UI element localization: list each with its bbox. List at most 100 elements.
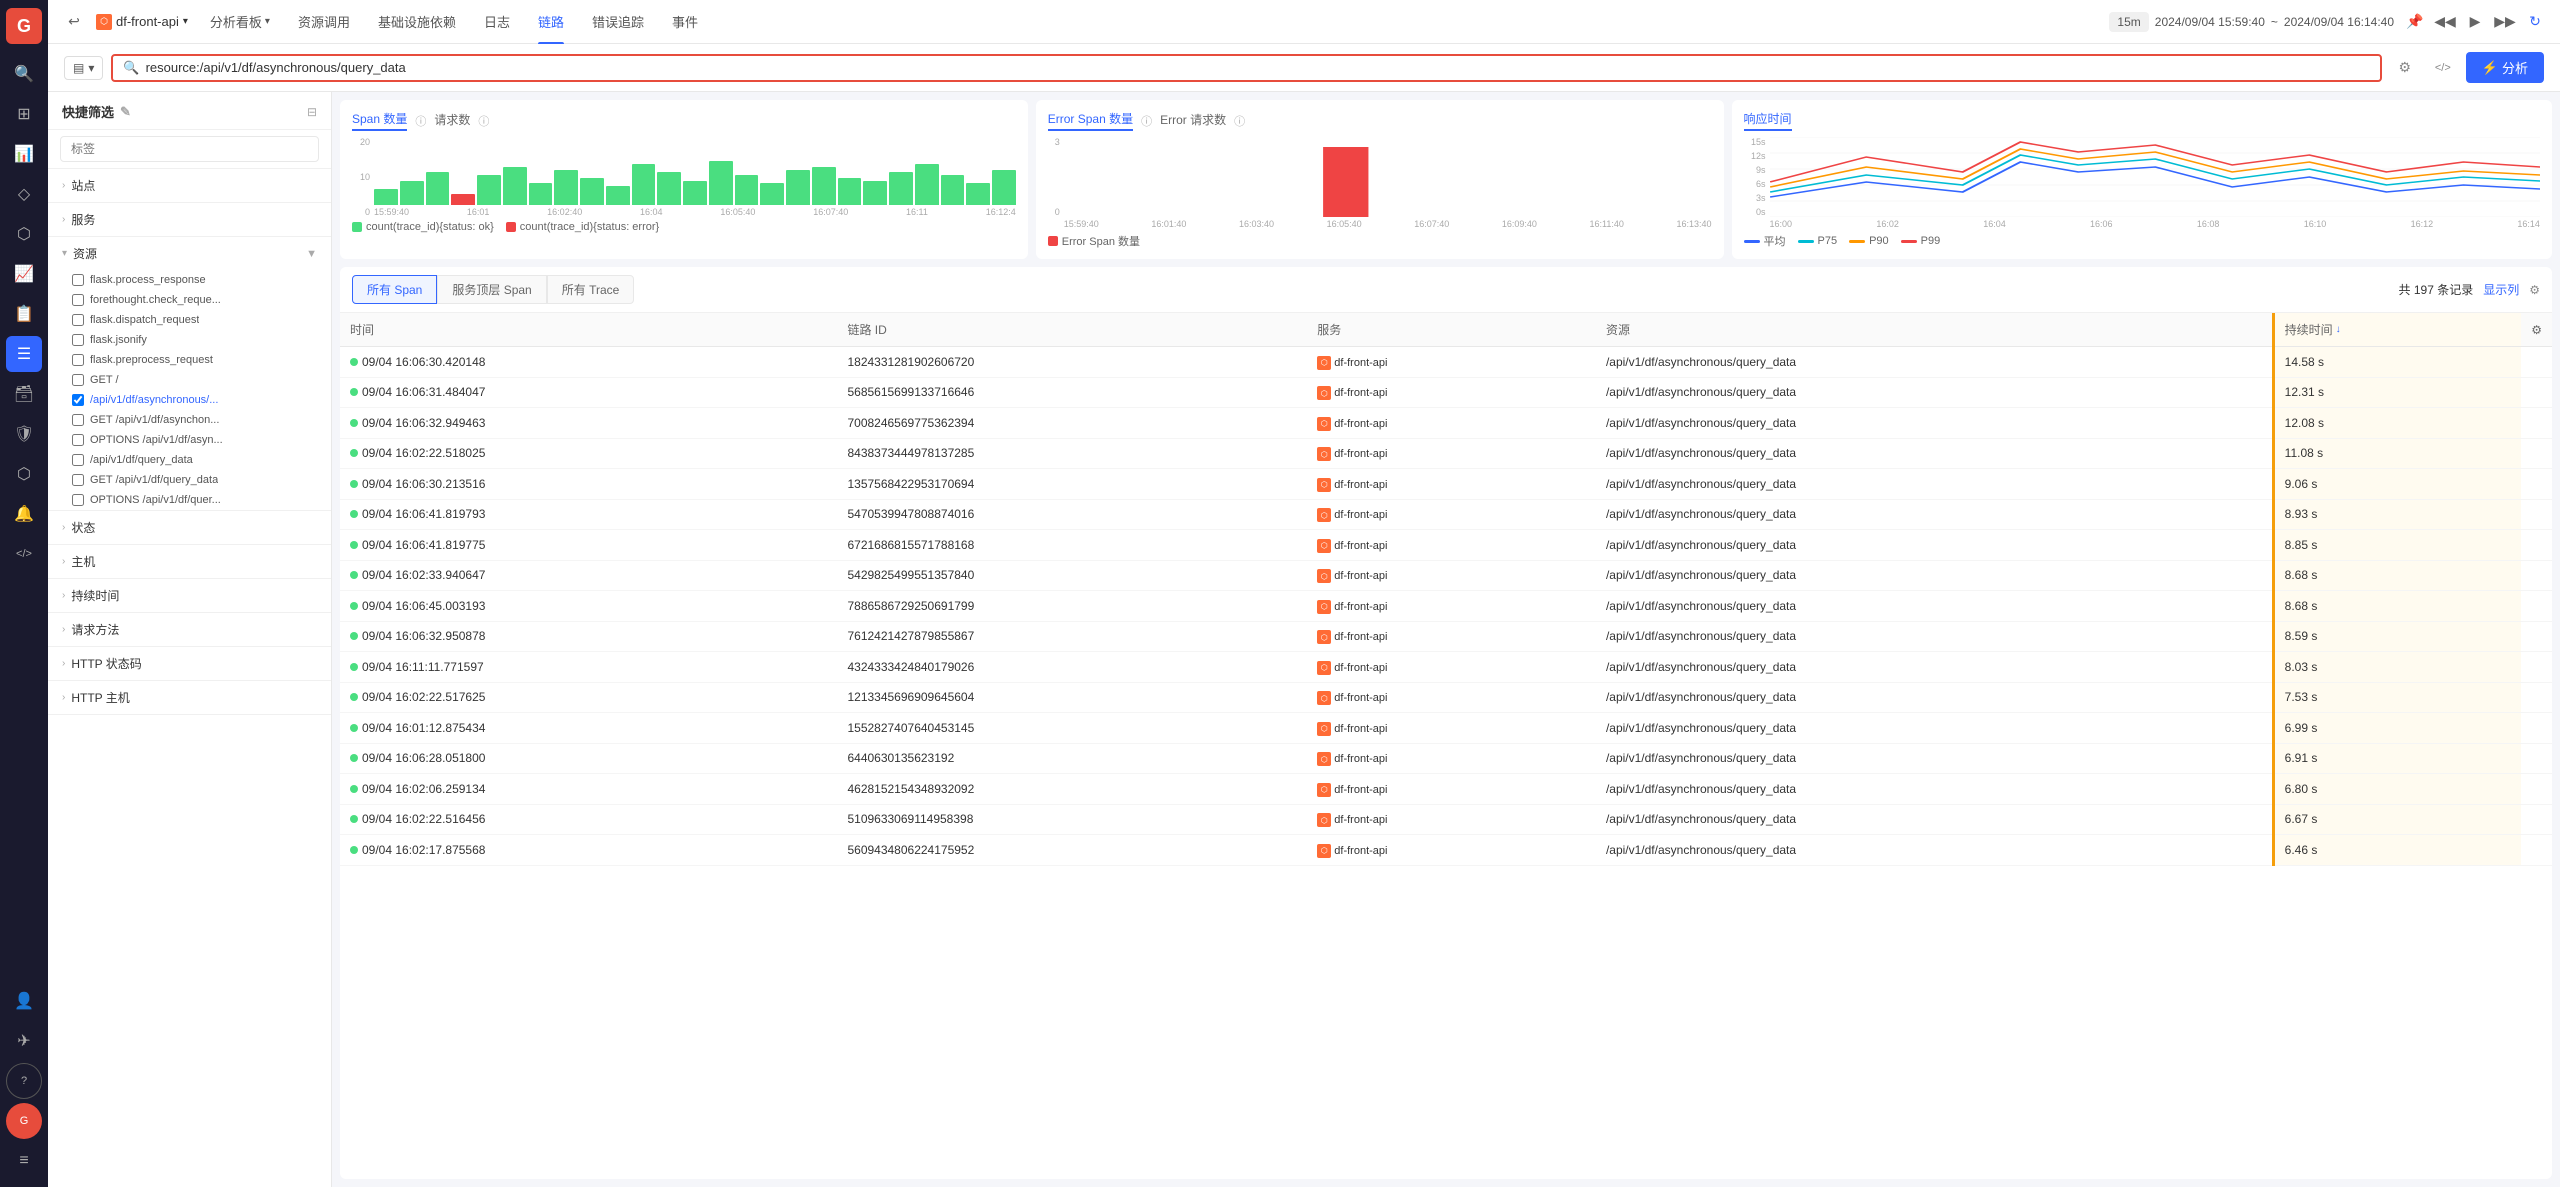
filter-item-get-async[interactable]: GET /api/v1/df/asynchon... <box>48 410 331 430</box>
sidebar-icon-send[interactable]: ✈ <box>6 1023 42 1059</box>
resources-filter-icon[interactable]: ▼ <box>306 248 317 260</box>
filter-search-input[interactable] <box>60 136 319 162</box>
filter-section-http-status-header[interactable]: › HTTP 状态码 <box>48 647 331 680</box>
display-col-label[interactable]: 显示列 <box>2483 281 2519 298</box>
filter-section-request-method-header[interactable]: › 请求方法 <box>48 613 331 646</box>
nav-item-error[interactable]: 错误追踪 <box>578 0 658 44</box>
table-row[interactable]: 09/04 16:02:22.517625 121334569690964560… <box>340 682 2552 713</box>
filter-item-flask-preprocess[interactable]: flask.preprocess_request <box>48 350 331 370</box>
filter-checkbox-flask-process[interactable] <box>72 274 84 286</box>
sidebar-icon-database[interactable]: 🗃 <box>6 376 42 412</box>
sidebar-icon-user[interactable]: 👤 <box>6 983 42 1019</box>
span-count-tab[interactable]: Span 数量 <box>352 110 407 131</box>
filter-checkbox-flask-preprocess[interactable] <box>72 354 84 366</box>
filter-checkbox-api-query[interactable] <box>72 454 84 466</box>
filter-item-options-async[interactable]: OPTIONS /api/v1/df/asyn... <box>48 430 331 450</box>
filter-item-get-query[interactable]: GET /api/v1/df/query_data <box>48 470 331 490</box>
error-request-tab[interactable]: Error 请求数 <box>1160 111 1226 130</box>
table-row[interactable]: 09/04 16:06:28.051800 6440630135623192 ⬡… <box>340 743 2552 774</box>
filter-checkbox-flask-dispatch[interactable] <box>72 314 84 326</box>
search-input[interactable] <box>146 60 2370 75</box>
sidebar-icon-integrations[interactable]: ⬡ <box>6 456 42 492</box>
filter-item-options-query[interactable]: OPTIONS /api/v1/df/quer... <box>48 490 331 510</box>
table-row[interactable]: 09/04 16:11:11.771597 432433342484017902… <box>340 652 2552 683</box>
filter-edit-icon[interactable]: ✎ <box>120 104 131 120</box>
nav-item-trace[interactable]: 链路 <box>524 0 578 44</box>
col-header-settings[interactable]: ⚙ <box>2521 313 2552 347</box>
filter-checkbox-get-async[interactable] <box>72 414 84 426</box>
search-mode-button[interactable]: ▤ ▾ <box>64 56 103 80</box>
filter-checkbox-flask-jsonify[interactable] <box>72 334 84 346</box>
refresh-button[interactable]: ↻ <box>2522 9 2548 35</box>
filter-section-resources-header[interactable]: ▾ 资源 ▼ <box>48 237 331 270</box>
filter-item-forethought[interactable]: forethought.check_reque... <box>48 290 331 310</box>
filter-checkbox-get-slash[interactable] <box>72 374 84 386</box>
filter-section-sites-header[interactable]: › 站点 <box>48 169 331 202</box>
table-row[interactable]: 09/04 16:06:41.819775 672168681557178816… <box>340 530 2552 561</box>
sidebar-icon-shield[interactable]: 🛡 <box>6 416 42 452</box>
table-row[interactable]: 09/04 16:06:32.949463 700824656977536239… <box>340 408 2552 439</box>
analyze-button[interactable]: ⚡ ⚡ 分析 分析 <box>2466 52 2544 83</box>
table-row[interactable]: 09/04 16:02:17.875568 560943480622417595… <box>340 835 2552 866</box>
filter-section-duration-header[interactable]: › 持续时间 <box>48 579 331 612</box>
table-row[interactable]: 09/04 16:01:12.875434 155282740764045314… <box>340 713 2552 744</box>
error-span-tab[interactable]: Error Span 数量 <box>1048 110 1133 131</box>
sidebar-icon-network[interactable]: ⬡ <box>6 216 42 252</box>
span-count-info-icon[interactable]: ⓘ <box>415 113 426 129</box>
undo-button[interactable]: ↩ <box>60 8 88 36</box>
filter-item-flask-process[interactable]: flask.process_response <box>48 270 331 290</box>
filter-checkbox-options-async[interactable] <box>72 434 84 446</box>
table-row[interactable]: 09/04 16:02:22.516456 510963306911495839… <box>340 804 2552 835</box>
filter-item-get-slash[interactable]: GET / <box>48 370 331 390</box>
sidebar-icon-trending[interactable]: 📈 <box>6 256 42 292</box>
table-row[interactable]: 09/04 16:06:32.950878 761242142787985586… <box>340 621 2552 652</box>
table-row[interactable]: 09/04 16:06:30.420148 182433128190260672… <box>340 347 2552 378</box>
tab-all-trace[interactable]: 所有 Trace <box>547 275 635 304</box>
duration-sort[interactable]: 持续时间 ↓ <box>2285 321 2341 338</box>
filter-section-hosts-header[interactable]: › 主机 <box>48 545 331 578</box>
sidebar-icon-help[interactable]: ? <box>6 1063 42 1099</box>
sidebar-icon-list[interactable]: ☰ <box>6 336 42 372</box>
sidebar-icon-search[interactable]: 🔍 <box>6 56 42 92</box>
table-row[interactable]: 09/04 16:06:30.213516 135756842295317069… <box>340 469 2552 500</box>
filter-checkbox-get-query[interactable] <box>72 474 84 486</box>
filter-checkbox-forethought[interactable] <box>72 294 84 306</box>
response-time-tab[interactable]: 响应时间 <box>1744 110 1792 131</box>
table-row[interactable]: 09/04 16:02:22.518025 843837344497813728… <box>340 438 2552 469</box>
error-request-info-icon[interactable]: ⓘ <box>1234 113 1245 129</box>
sidebar-icon-menu[interactable]: ≡ <box>6 1143 42 1179</box>
filter-item-flask-jsonify[interactable]: flask.jsonify <box>48 330 331 350</box>
back-button[interactable]: ◀◀ <box>2432 9 2458 35</box>
app-logo[interactable]: G <box>6 8 42 44</box>
filter-item-api-query[interactable]: /api/v1/df/query_data <box>48 450 331 470</box>
table-row[interactable]: 09/04 16:02:33.940647 542982549955135784… <box>340 560 2552 591</box>
sidebar-icon-avatar[interactable]: G <box>6 1103 42 1139</box>
sidebar-icon-report[interactable]: 📋 <box>6 296 42 332</box>
filter-section-services-header[interactable]: › 服务 <box>48 203 331 236</box>
sidebar-icon-grid[interactable]: ⊞ <box>6 96 42 132</box>
request-count-info-icon[interactable]: ⓘ <box>478 113 489 129</box>
settings-icon-btn[interactable]: ⚙ <box>2390 53 2420 83</box>
nav-item-log[interactable]: 日志 <box>470 0 524 44</box>
app-switcher[interactable]: ⬡ df-front-api ▾ <box>88 10 196 34</box>
filter-section-status-header[interactable]: › 状态 <box>48 511 331 544</box>
sidebar-icon-code[interactable]: </> <box>6 536 42 572</box>
nav-item-resource[interactable]: 资源调用 <box>284 0 364 44</box>
filter-checkbox-options-query[interactable] <box>72 494 84 506</box>
nav-item-infra[interactable]: 基础设施依赖 <box>364 0 470 44</box>
filter-item-api-async[interactable]: /api/v1/df/asynchronous/... <box>48 390 331 410</box>
nav-item-event[interactable]: 事件 <box>658 0 712 44</box>
sidebar-icon-chart[interactable]: 📊 <box>6 136 42 172</box>
forward-button[interactable]: ▶ <box>2462 9 2488 35</box>
error-span-info-icon[interactable]: ⓘ <box>1141 113 1152 129</box>
code-icon-btn[interactable]: </> <box>2428 53 2458 83</box>
table-row[interactable]: 09/04 16:02:06.259134 462815215434893209… <box>340 774 2552 805</box>
filter-section-http-host-header[interactable]: › HTTP 主机 <box>48 681 331 714</box>
tab-service-top-span[interactable]: 服务顶层 Span <box>437 275 546 304</box>
filter-item-flask-dispatch[interactable]: flask.dispatch_request <box>48 310 331 330</box>
tab-all-span[interactable]: 所有 Span <box>352 275 437 304</box>
fast-forward-button[interactable]: ▶▶ <box>2492 9 2518 35</box>
table-settings-icon[interactable]: ⚙ <box>2529 283 2540 297</box>
filter-checkbox-api-async[interactable] <box>72 394 84 406</box>
col-header-duration[interactable]: 持续时间 ↓ <box>2273 313 2521 347</box>
